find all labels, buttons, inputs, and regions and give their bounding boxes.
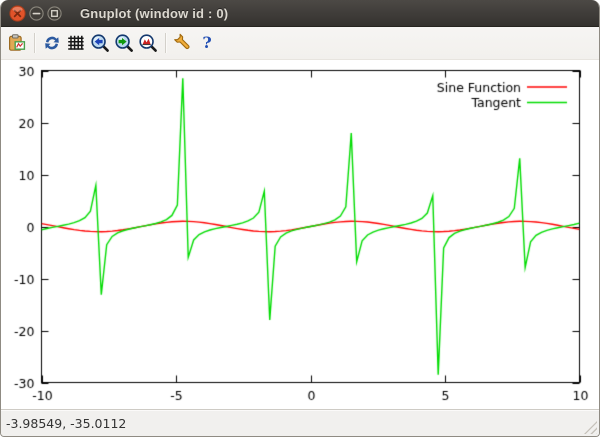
coordinate-readout: -3.98549, -35.0112 [1, 416, 126, 431]
statusbar: -3.98549, -35.0112 [1, 409, 599, 436]
toggle-grid-button[interactable] [64, 30, 88, 56]
wrench-icon [173, 33, 193, 53]
magnifier-right-arrow-icon [114, 33, 134, 53]
svg-text:?: ? [202, 33, 211, 52]
copy-to-clipboard-button[interactable] [5, 30, 29, 56]
minimize-icon [29, 6, 44, 21]
resize-grip[interactable] [584, 421, 597, 434]
settings-button[interactable] [171, 30, 195, 56]
question-mark-icon: ? [197, 33, 217, 53]
magnifier-left-arrow-icon [90, 33, 110, 53]
titlebar[interactable]: Gnuplot (window id : 0) [1, 0, 599, 27]
close-button[interactable] [9, 5, 26, 22]
help-button[interactable]: ? [195, 30, 219, 56]
replot-button[interactable] [40, 30, 64, 56]
maximize-button[interactable] [47, 6, 62, 21]
magnifier-plot-icon [138, 33, 158, 53]
zoom-previous-button[interactable] [88, 30, 112, 56]
apply-zoom-region-button[interactable] [136, 30, 160, 56]
zoom-next-button[interactable] [112, 30, 136, 56]
toolbar-separator [34, 33, 35, 53]
grid-icon [66, 33, 86, 53]
toolbar-separator [165, 33, 166, 53]
plot-canvas[interactable] [1, 60, 599, 409]
close-icon [9, 5, 26, 22]
maximize-icon [47, 6, 62, 21]
toolbar: ? [1, 27, 599, 60]
plot-area [1, 60, 599, 409]
refresh-icon [42, 33, 62, 53]
clipboard-plot-icon [7, 33, 27, 53]
minimize-button[interactable] [29, 6, 44, 21]
gnuplot-window: Gnuplot (window id : 0) [0, 0, 600, 437]
window-title: Gnuplot (window id : 0) [80, 6, 228, 21]
